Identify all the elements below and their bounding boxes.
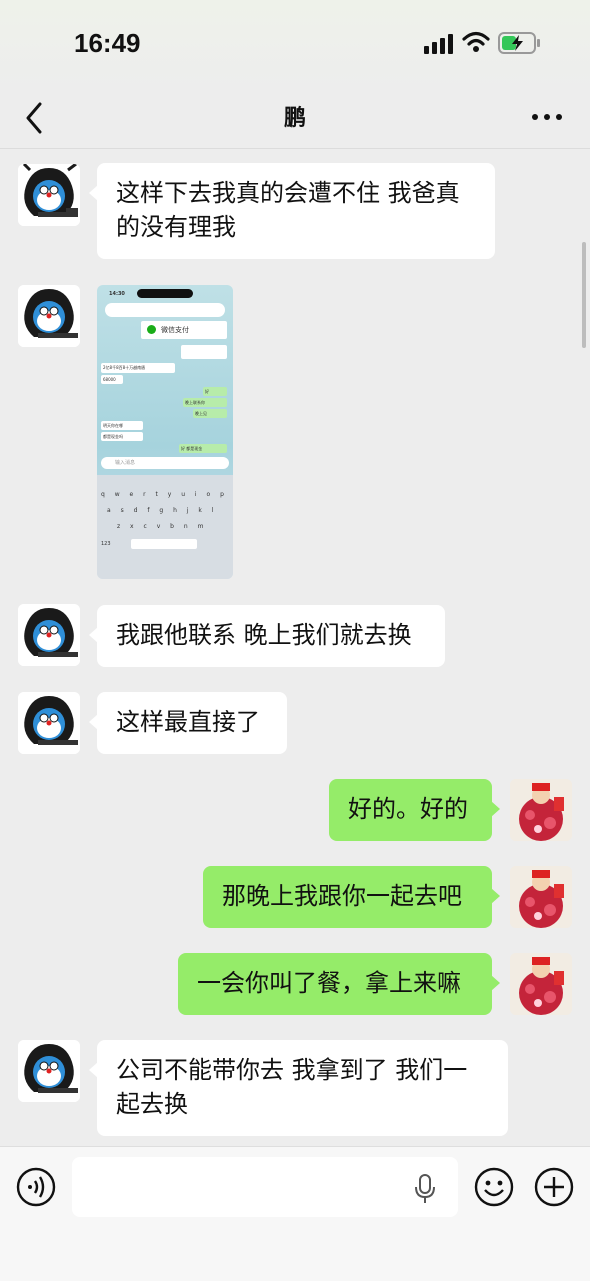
doraemon-avatar-icon xyxy=(18,164,80,226)
inner-header xyxy=(105,303,225,317)
inner-input: 输入消息 xyxy=(101,457,229,469)
message-text: 公司不能带你去 我拿到了 我们一起去换 xyxy=(116,1056,468,1118)
message-bubble-outgoing[interactable]: 那晚上我跟你一起去吧 xyxy=(203,866,500,928)
contact-avatar[interactable] xyxy=(18,1040,80,1102)
contact-avatar[interactable] xyxy=(18,285,80,347)
my-avatar[interactable] xyxy=(510,866,572,928)
status-bar: 16:49 xyxy=(0,0,590,88)
more-icon[interactable] xyxy=(530,110,564,124)
message-text: 一会你叫了餐，拿上来嘛 xyxy=(197,969,461,997)
message-text: 这样最直接了 xyxy=(116,708,260,736)
message-bubble-outgoing[interactable]: 好的。好的 xyxy=(329,779,500,841)
chat-title: 鹏 xyxy=(283,106,306,131)
doraemon-avatar-icon xyxy=(18,1040,80,1102)
message-text: 那晚上我跟你一起去吧 xyxy=(222,882,462,910)
mic-icon[interactable] xyxy=(414,1173,436,1205)
doraemon-avatar-icon xyxy=(18,604,80,666)
image-message[interactable]: 14:30 微信支付 2亿8千8百8十万越南盾 68000 好 晚上联系你 晚上… xyxy=(97,285,233,579)
contact-avatar[interactable] xyxy=(18,692,80,754)
message-text: 我跟他联系 晚上我们就去换 xyxy=(116,621,412,649)
contact-avatar[interactable] xyxy=(18,164,80,226)
chat-header: 鹏 xyxy=(0,88,590,149)
message-bubble-outgoing[interactable]: 一会你叫了餐，拿上来嘛 xyxy=(178,953,500,1015)
voice-icon[interactable] xyxy=(16,1167,56,1207)
doraemon-avatar-icon xyxy=(18,285,80,347)
message-bubble-incoming[interactable]: 我跟他联系 晚上我们就去换 xyxy=(89,605,445,667)
emoji-icon[interactable] xyxy=(474,1167,514,1207)
inner-keyboard: q w e r t y u i o p a s d f g h j k l z … xyxy=(97,475,233,579)
message-bubble-incoming[interactable]: 这样最直接了 xyxy=(89,692,287,754)
plus-icon[interactable] xyxy=(534,1167,574,1207)
inner-bubble: 晚上联系你 xyxy=(183,398,227,407)
message-bubble-incoming[interactable]: 公司不能带你去 我拿到了 我们一起去换 xyxy=(89,1040,508,1136)
inner-pay-card: 微信支付 xyxy=(141,321,227,339)
inner-time: 14:30 xyxy=(109,291,125,297)
inner-bubble: 都是现金吗 xyxy=(101,432,143,441)
signal-icon xyxy=(424,34,453,54)
inner-bubble xyxy=(181,345,227,359)
inner-bubble: 明天你在哪 xyxy=(101,421,143,430)
input-bar xyxy=(0,1146,590,1281)
inner-bubble: 好 都是现金 xyxy=(179,444,227,453)
message-text: 好的。好的 xyxy=(348,795,468,823)
flower-bouquet-avatar-icon xyxy=(510,779,572,841)
inner-bubble: 68000 xyxy=(101,375,123,384)
flower-bouquet-avatar-icon xyxy=(510,953,572,1015)
inner-bubble: 2亿8千8百8十万越南盾 xyxy=(101,363,175,373)
flower-bouquet-avatar-icon xyxy=(510,866,572,928)
inner-bubble: 好 xyxy=(203,387,227,396)
message-input[interactable] xyxy=(72,1157,458,1217)
inner-bubble: 晚上见 xyxy=(193,409,227,418)
message-text: 这样下去我真的会遭不住 我爸真的没有理我 xyxy=(116,179,460,241)
battery-icon xyxy=(498,32,540,54)
message-bubble-incoming[interactable]: 这样下去我真的会遭不住 我爸真的没有理我 xyxy=(89,163,495,259)
wifi-icon xyxy=(462,31,490,52)
my-avatar[interactable] xyxy=(510,779,572,841)
inner-notch xyxy=(137,289,193,298)
my-avatar[interactable] xyxy=(510,953,572,1015)
scrollbar[interactable] xyxy=(582,242,586,348)
status-time: 16:49 xyxy=(74,28,141,58)
contact-avatar[interactable] xyxy=(18,604,80,666)
doraemon-avatar-icon xyxy=(18,692,80,754)
